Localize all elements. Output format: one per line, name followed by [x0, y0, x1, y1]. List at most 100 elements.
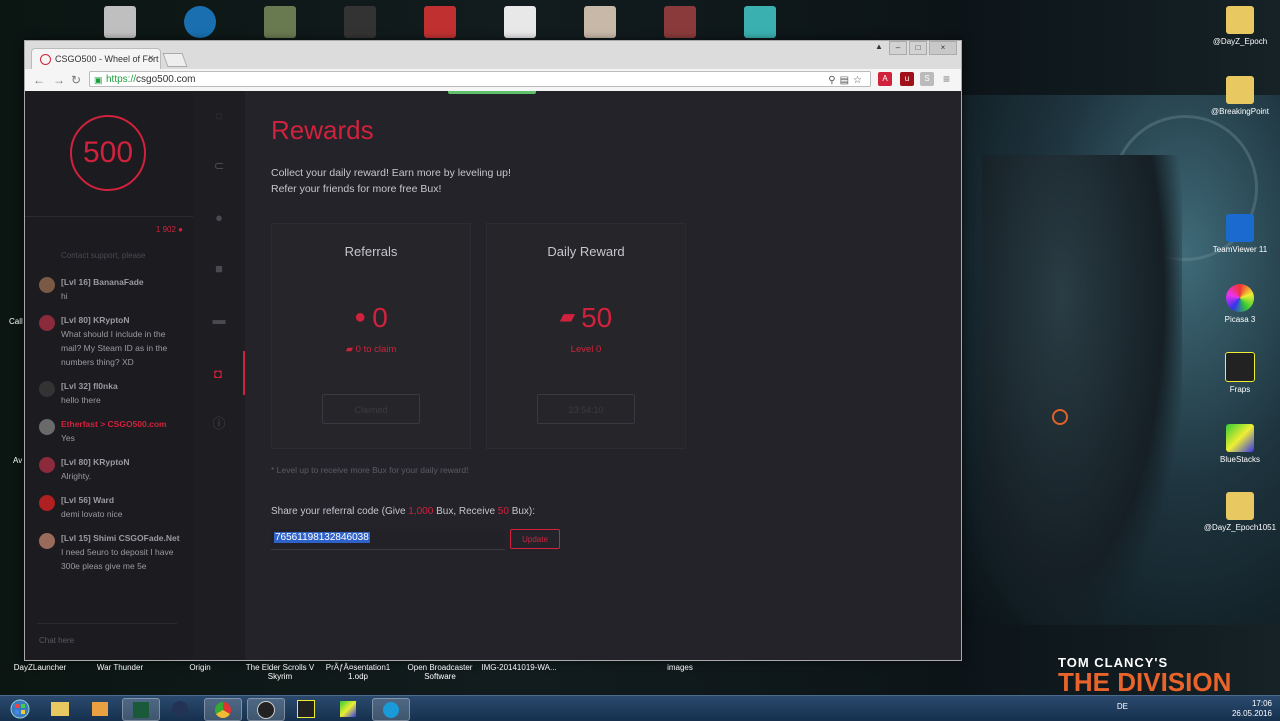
- online-count: 1 902 ●: [156, 225, 183, 234]
- tab-csgo500[interactable]: CSGO500 - Wheel of Fort ×: [31, 48, 161, 69]
- user-icon[interactable]: ▲: [871, 41, 887, 53]
- extension-s-icon[interactable]: S: [920, 72, 934, 86]
- desktop-label-images[interactable]: images: [640, 663, 720, 672]
- share-mid: Bux, Receive: [433, 506, 498, 517]
- desktop-icon-label: @DayZ_Epoch1051: [1203, 523, 1277, 532]
- system-tray[interactable]: DE 17:06 26.05.2016: [1117, 699, 1272, 719]
- desktop-label-war-thunder[interactable]: War Thunder: [80, 663, 160, 672]
- chat-username[interactable]: [Lvl 15] Shimi CSGOFade.Net: [61, 531, 187, 545]
- desktop-label-obs[interactable]: Open Broadcaster Software: [400, 663, 480, 681]
- extension-icon[interactable]: A: [878, 72, 892, 86]
- photo-icon[interactable]: [584, 6, 616, 38]
- avatar[interactable]: [39, 381, 55, 397]
- desktop-label-presentation[interactable]: PrÃƒÂ¤sentation1 1.odp: [318, 663, 398, 681]
- taskbar-bluestacks[interactable]: [330, 698, 366, 719]
- taskbar-media[interactable]: [82, 698, 118, 719]
- address-bar[interactable]: ▣ https://csgo500.com ⚲▤☆: [89, 71, 871, 87]
- close-tab-icon[interactable]: ×: [148, 53, 154, 64]
- desktop-icon-dayz-epoch1051[interactable]: @DayZ_Epoch1051: [1195, 492, 1280, 532]
- menu-icon[interactable]: ≡: [943, 72, 950, 86]
- referrals-claim-text: 0 to claim: [355, 344, 397, 355]
- taskbar-explorer[interactable]: [42, 698, 78, 719]
- media-player-icon: [92, 701, 108, 716]
- referral-code-input[interactable]: 76561198132846038: [271, 529, 505, 550]
- language-indicator[interactable]: DE: [1117, 702, 1128, 712]
- chat-username[interactable]: [Lvl 56] Ward: [61, 493, 187, 507]
- avatar[interactable]: [39, 457, 55, 473]
- new-tab-button[interactable]: [162, 53, 188, 67]
- desktop-label-img[interactable]: IMG-20141019-WA...: [479, 663, 559, 672]
- chat-username[interactable]: [Lvl 80] KRyptoN: [61, 455, 187, 469]
- page-title: Rewards: [271, 115, 374, 145]
- info-icon[interactable]: ⓘ: [193, 410, 245, 434]
- chat-divider: [37, 623, 177, 624]
- sneaker-icon[interactable]: [504, 6, 536, 38]
- avatar[interactable]: [39, 315, 55, 331]
- windows-start-icon: [10, 699, 30, 718]
- desktop-icon-bluestacks[interactable]: BlueStacks: [1195, 424, 1280, 464]
- desktop-icon-dayz-epoch[interactable]: @DayZ_Epoch: [1195, 6, 1280, 46]
- avatar[interactable]: [39, 495, 55, 511]
- reload-icon[interactable]: ↻: [71, 73, 81, 87]
- desktop-label-skyrim[interactable]: The Elder Scrolls V Skyrim: [240, 663, 320, 681]
- desktop-icon-picasa[interactable]: Picasa 3: [1195, 284, 1280, 324]
- image-icon[interactable]: [664, 6, 696, 38]
- shop-icon[interactable]: ▬: [193, 307, 245, 331]
- inventory-icon[interactable]: ■: [193, 256, 245, 280]
- cash-icon: ▰: [559, 306, 576, 328]
- roulette-icon[interactable]: ◌: [193, 103, 245, 127]
- coinflip-icon[interactable]: ⊂: [193, 154, 245, 178]
- steam-like-icon[interactable]: [184, 6, 216, 38]
- desktop-label-origin[interactable]: Origin: [160, 663, 240, 672]
- start-button[interactable]: [2, 698, 38, 719]
- chat-message: [Lvl 32] fl0nka hello there: [37, 379, 187, 407]
- chat-username[interactable]: [Lvl 16] BananaFade: [61, 275, 187, 289]
- chat-input[interactable]: Chat here: [39, 636, 74, 645]
- profile-icon[interactable]: ●: [193, 205, 245, 229]
- back-arrow-icon[interactable]: ←: [33, 73, 45, 87]
- lock-icon: ▣: [94, 75, 103, 85]
- update-button[interactable]: Update: [510, 529, 560, 549]
- taskbar-teamspeak[interactable]: [162, 698, 198, 719]
- taskbar-obs[interactable]: [247, 698, 285, 721]
- rainbow-six-icon[interactable]: [344, 6, 376, 38]
- forward-arrow-icon[interactable]: →: [53, 73, 65, 87]
- chat-username[interactable]: [Lvl 80] KRyptoN: [61, 313, 187, 327]
- teamspeak-icon: [172, 700, 188, 717]
- desktop-icon-breakingpoint[interactable]: @BreakingPoint: [1195, 76, 1280, 116]
- orange-ring-icon: [1052, 409, 1068, 425]
- favicon-icon: [40, 53, 51, 65]
- clipped-label: Call: [9, 317, 23, 326]
- chat-username[interactable]: Etherfast > CSGO500.com: [61, 417, 187, 431]
- rust-icon[interactable]: [424, 6, 456, 38]
- app-shortcut-icon[interactable]: [104, 6, 136, 38]
- folder-icon: [1226, 6, 1254, 34]
- close-window-button[interactable]: ×: [929, 41, 957, 55]
- desktop-icon-teamviewer[interactable]: TeamViewer 11: [1195, 214, 1280, 254]
- taskbar-chrome[interactable]: [204, 698, 242, 721]
- rewards-gift-icon[interactable]: ◘: [193, 351, 245, 395]
- referrals-count: 0: [372, 302, 388, 333]
- desktop-icon-fraps[interactable]: Fraps: [1195, 352, 1280, 394]
- chat-message: [Lvl 15] Shimi CSGOFade.Net I need 5euro …: [37, 531, 187, 573]
- chrome-icon: [215, 701, 231, 718]
- claimed-button[interactable]: Claimed: [322, 394, 420, 424]
- desktop-label-dayzlauncher[interactable]: DayZLauncher: [0, 663, 80, 672]
- chat-text: hi: [61, 291, 68, 301]
- game-cover-icon[interactable]: [264, 6, 296, 38]
- avatar[interactable]: [39, 533, 55, 549]
- ublock-icon[interactable]: u: [900, 72, 914, 86]
- chat-username[interactable]: [Lvl 32] fl0nka: [61, 379, 187, 393]
- daily-timer-button[interactable]: 23:54:10: [537, 394, 635, 424]
- bookmark-star-icon[interactable]: ⚲▤☆: [828, 73, 866, 89]
- taskbar-fraps[interactable]: [288, 698, 324, 719]
- minimize-button[interactable]: –: [889, 41, 907, 55]
- avatar[interactable]: [39, 277, 55, 293]
- taskbar-steam[interactable]: [122, 698, 160, 721]
- maximize-button[interactable]: □: [909, 41, 927, 55]
- site-logo[interactable]: 500: [70, 115, 146, 191]
- chat-message: [Lvl 56] Ward demi lovato nice: [37, 493, 187, 521]
- sneaker-blue-icon[interactable]: [744, 6, 776, 38]
- avatar[interactable]: [39, 419, 55, 435]
- taskbar-skype[interactable]: [372, 698, 410, 721]
